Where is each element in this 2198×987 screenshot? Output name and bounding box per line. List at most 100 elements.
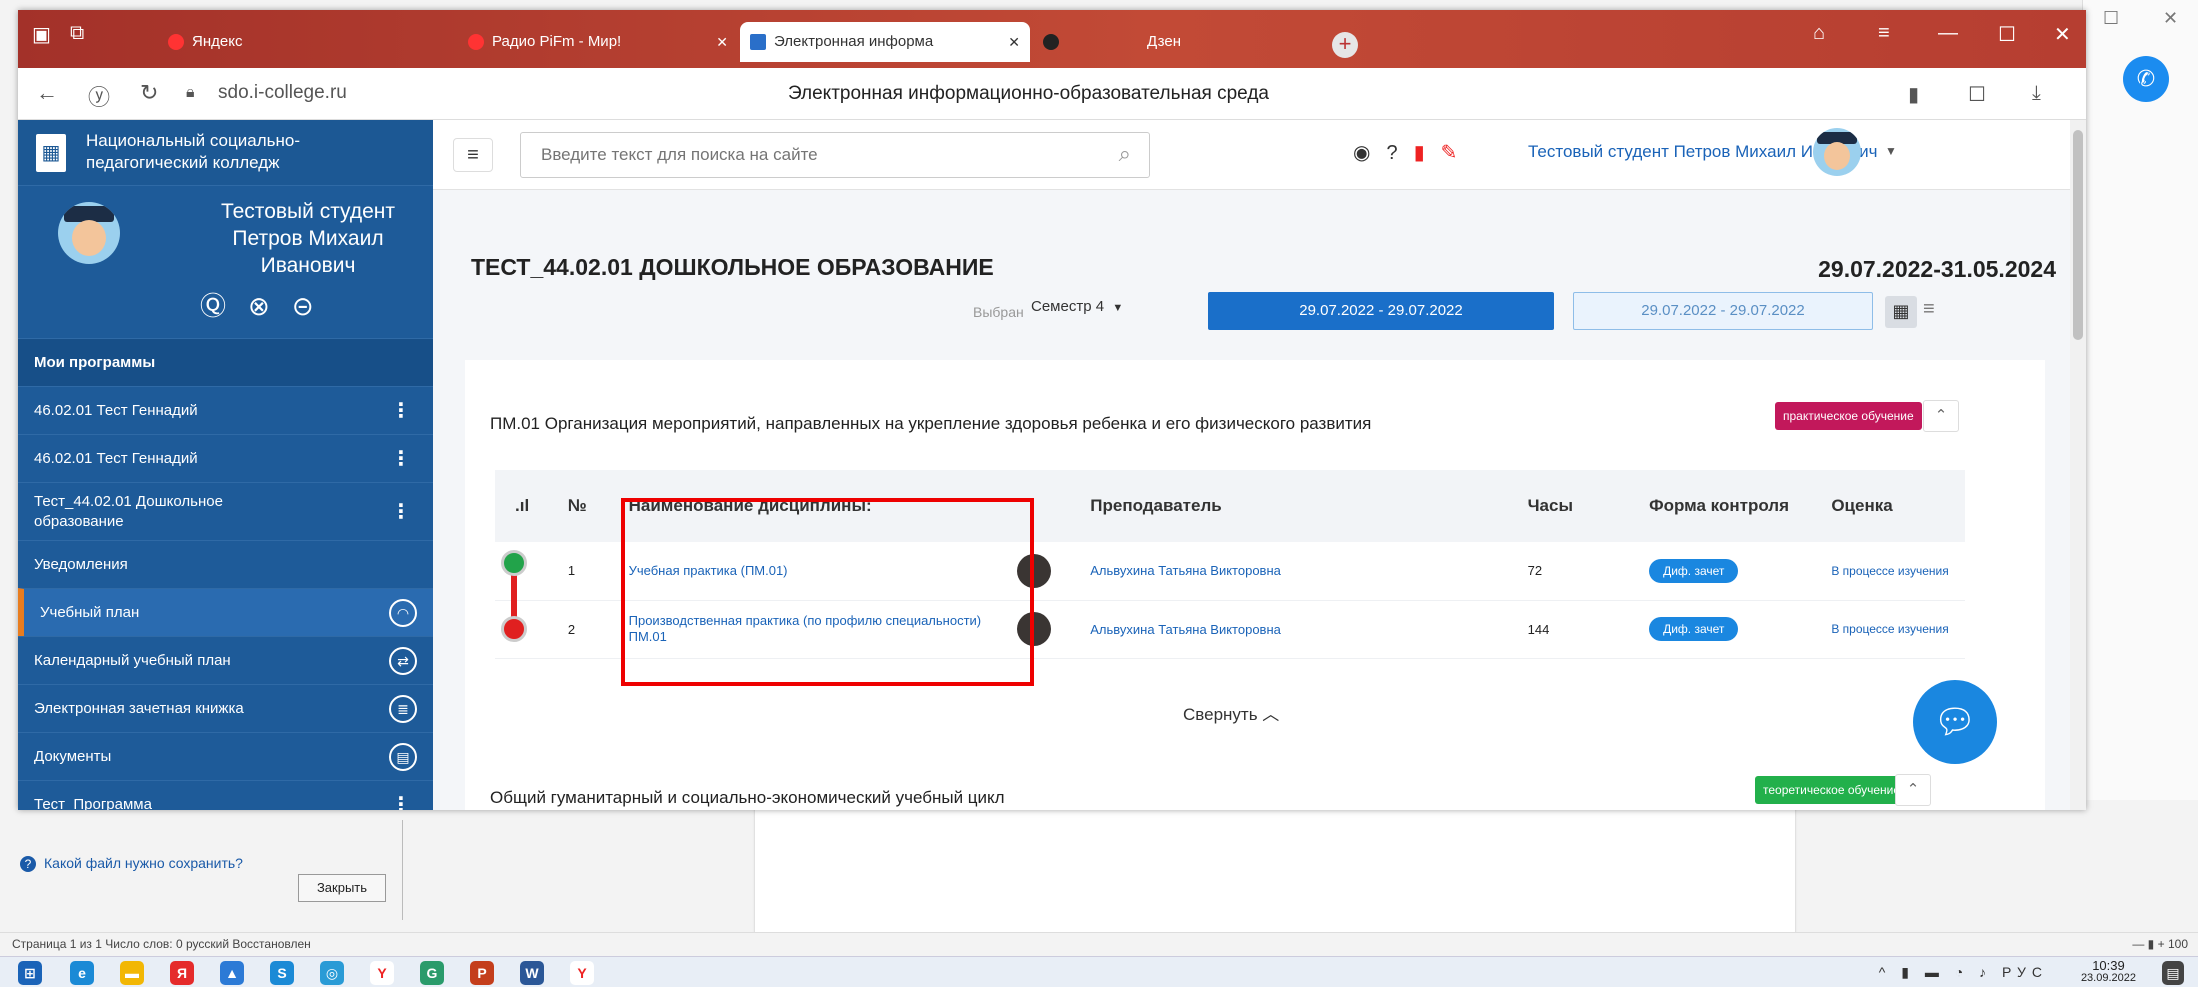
- url-field[interactable]: sdo.i-college.ru: [218, 82, 347, 104]
- skype-icon[interactable]: S: [270, 961, 294, 985]
- reload-icon[interactable]: ↻: [140, 80, 158, 106]
- tab-label: Электронная информа: [774, 33, 934, 50]
- eye-icon[interactable]: ◉: [1353, 142, 1370, 164]
- system-tray-icons[interactable]: ^ ▮ ▬ ◔ ♪ РУС: [1879, 964, 2048, 981]
- bookmark-icon[interactable]: ▮: [1908, 82, 1919, 107]
- chevron-up-icon[interactable]: ⌃: [1923, 400, 1959, 432]
- download-icon[interactable]: ⤓: [2032, 82, 2041, 105]
- menu-toggle-button[interactable]: ≡: [453, 138, 493, 172]
- minimize-icon[interactable]: —: [1938, 22, 1958, 45]
- sidebar-brand[interactable]: ▦ Национальный социально- педагогический…: [18, 120, 433, 186]
- tab-eios[interactable]: Электронная информа ✕: [740, 22, 1030, 62]
- avatar[interactable]: [58, 202, 120, 264]
- list-view-icon[interactable]: ≡: [1923, 298, 1935, 321]
- tab-manager-icon[interactable]: ▣: [32, 22, 51, 47]
- window-close-icon[interactable]: ✕: [2054, 22, 2071, 47]
- restore-icon[interactable]: ☐: [2103, 8, 2119, 29]
- sidebar-item-notifications[interactable]: Уведомления: [18, 540, 433, 588]
- tab-close-icon[interactable]: ✕: [1008, 22, 1020, 62]
- chevron-up-icon[interactable]: ⌃: [1895, 774, 1931, 806]
- back-icon[interactable]: ←: [36, 80, 58, 106]
- teacher-link[interactable]: Альвухина Татьяна Викторовна: [1090, 600, 1528, 659]
- language-indicator[interactable]: РУС: [2002, 964, 2048, 980]
- grade-status: В процессе изучения: [1831, 542, 1965, 601]
- tab-radio[interactable]: Радио PiFm - Мир! ✕: [458, 22, 738, 62]
- edge-icon[interactable]: e: [70, 961, 94, 985]
- photos-icon[interactable]: ▲: [220, 961, 244, 985]
- file-explorer-icon[interactable]: ▬: [120, 961, 144, 985]
- page-title-bar: Электронная информационно-образовательна…: [788, 83, 1269, 104]
- page-scrollbar[interactable]: [2070, 120, 2086, 810]
- sidebar-item-documents[interactable]: Документы ▤: [18, 732, 433, 780]
- search-box: ⌕: [520, 132, 1150, 178]
- semester-value: Семестр 4: [1031, 298, 1105, 315]
- search-icon[interactable]: ⌕: [1119, 141, 1131, 167]
- sidebar-item-label: Документы: [34, 748, 112, 765]
- date-range-secondary[interactable]: 29.07.2022 - 29.07.2022: [1573, 292, 1873, 330]
- college-name: Национальный социально- педагогический к…: [86, 131, 300, 172]
- semester-select[interactable]: Семестр 4 ▼: [1031, 298, 1123, 315]
- tab-yandex[interactable]: Яндекс: [158, 22, 408, 62]
- yandex-icon-2[interactable]: Y: [570, 961, 594, 985]
- profile-icon[interactable]: Ⓠ: [200, 291, 248, 321]
- phone-icon[interactable]: ✆: [2123, 56, 2169, 102]
- hours-value: 72: [1527, 542, 1650, 601]
- col-grade: Оценка: [1831, 470, 1965, 542]
- sidebar-item-label: 46.02.01 Тест Геннадий: [34, 402, 198, 419]
- chevron-up-icon: ︿: [1262, 705, 1280, 724]
- chat-icon[interactable]: 💬︎: [1913, 680, 1997, 764]
- date-range-active[interactable]: 29.07.2022 - 29.07.2022: [1208, 292, 1554, 330]
- module-title: ПМ.01 Организация мероприятий, направлен…: [490, 414, 1372, 433]
- site-favicon-icon: [750, 34, 766, 50]
- mail-icon[interactable]: ⊗: [248, 291, 292, 321]
- downloads-icon[interactable]: ≡: [1878, 22, 1890, 45]
- yandex-protect-icon[interactable]: ⓨ: [88, 80, 110, 112]
- app-icon[interactable]: ◎: [320, 961, 344, 985]
- maximize-icon[interactable]: ☐: [1998, 22, 2016, 47]
- zoom-level[interactable]: — ▮ + 100: [2132, 933, 2188, 955]
- word-icon[interactable]: W: [520, 961, 544, 985]
- new-tab-button[interactable]: +: [1332, 32, 1358, 58]
- chevron-down-icon[interactable]: ▼: [1885, 144, 1897, 158]
- sidebar-item-calendar[interactable]: Календарный учебный план ⇄: [18, 636, 433, 684]
- more-icon[interactable]: ⋮: [391, 398, 411, 423]
- sidebar-item-curriculum[interactable]: Учебный план ◠: [18, 588, 433, 636]
- more-icon[interactable]: ⋮: [391, 792, 411, 810]
- shield-icon[interactable]: ⌂: [1813, 22, 1825, 45]
- yandex-browser-icon[interactable]: Я: [170, 961, 194, 985]
- yandex-icon[interactable]: Y: [370, 961, 394, 985]
- collections-icon[interactable]: ⧉: [70, 22, 84, 45]
- search-input[interactable]: [521, 133, 1081, 177]
- user-avatar[interactable]: [1813, 128, 1861, 176]
- help-circle-icon[interactable]: ?: [1386, 142, 1397, 164]
- more-icon[interactable]: ⋮: [391, 499, 411, 524]
- powerpoint-icon[interactable]: P: [470, 961, 494, 985]
- collapse-button[interactable]: Свернуть ︿: [1183, 700, 1279, 725]
- sidebar-item-test-program[interactable]: Тест_Программа ⋮: [18, 780, 433, 810]
- sidebar-program-3[interactable]: Тест_44.02.01 Дошкольное образование ⋮: [18, 482, 433, 540]
- sidebar-program-2[interactable]: 46.02.01 Тест Геннадий ⋮: [18, 434, 433, 482]
- tab-dzen[interactable]: Дзен: [1033, 22, 1323, 62]
- grid-view-icon[interactable]: ▦: [1885, 296, 1917, 328]
- windows-start-icon[interactable]: ⊞: [18, 961, 42, 985]
- sidebar-user-actions: Ⓠ⊗⊝: [200, 286, 336, 323]
- clock[interactable]: 10:39 23.09.2022: [2081, 959, 2136, 985]
- notifications-icon[interactable]: ▤: [2162, 961, 2184, 985]
- close-icon[interactable]: ✕: [2163, 8, 2178, 29]
- sidebar-program-1[interactable]: 46.02.01 Тест Геннадий ⋮: [18, 386, 433, 434]
- word-close-button[interactable]: Закрыть: [298, 874, 386, 902]
- sidebar-header-programs: Мои программы: [18, 338, 433, 386]
- notification-icon[interactable]: ▮: [1414, 142, 1425, 164]
- sidebar-item-record-book[interactable]: Электронная зачетная книжка ≣: [18, 684, 433, 732]
- help-link[interactable]: Какой файл нужно сохранить?: [44, 855, 243, 871]
- teacher-link[interactable]: Альвухина Татьяна Викторовна: [1090, 542, 1528, 601]
- reader-icon[interactable]: ☐: [1968, 82, 1986, 107]
- browser-icon[interactable]: G: [420, 961, 444, 985]
- logout-icon[interactable]: ⊝: [292, 291, 336, 321]
- tab-label: Дзен: [1147, 33, 1181, 50]
- scrollbar-thumb[interactable]: [2073, 130, 2083, 340]
- word-help[interactable]: ? Какой файл нужно сохранить?: [20, 855, 243, 872]
- message-icon[interactable]: ✎: [1441, 142, 1458, 164]
- tab-close-icon[interactable]: ✕: [716, 22, 728, 62]
- more-icon[interactable]: ⋮: [391, 446, 411, 471]
